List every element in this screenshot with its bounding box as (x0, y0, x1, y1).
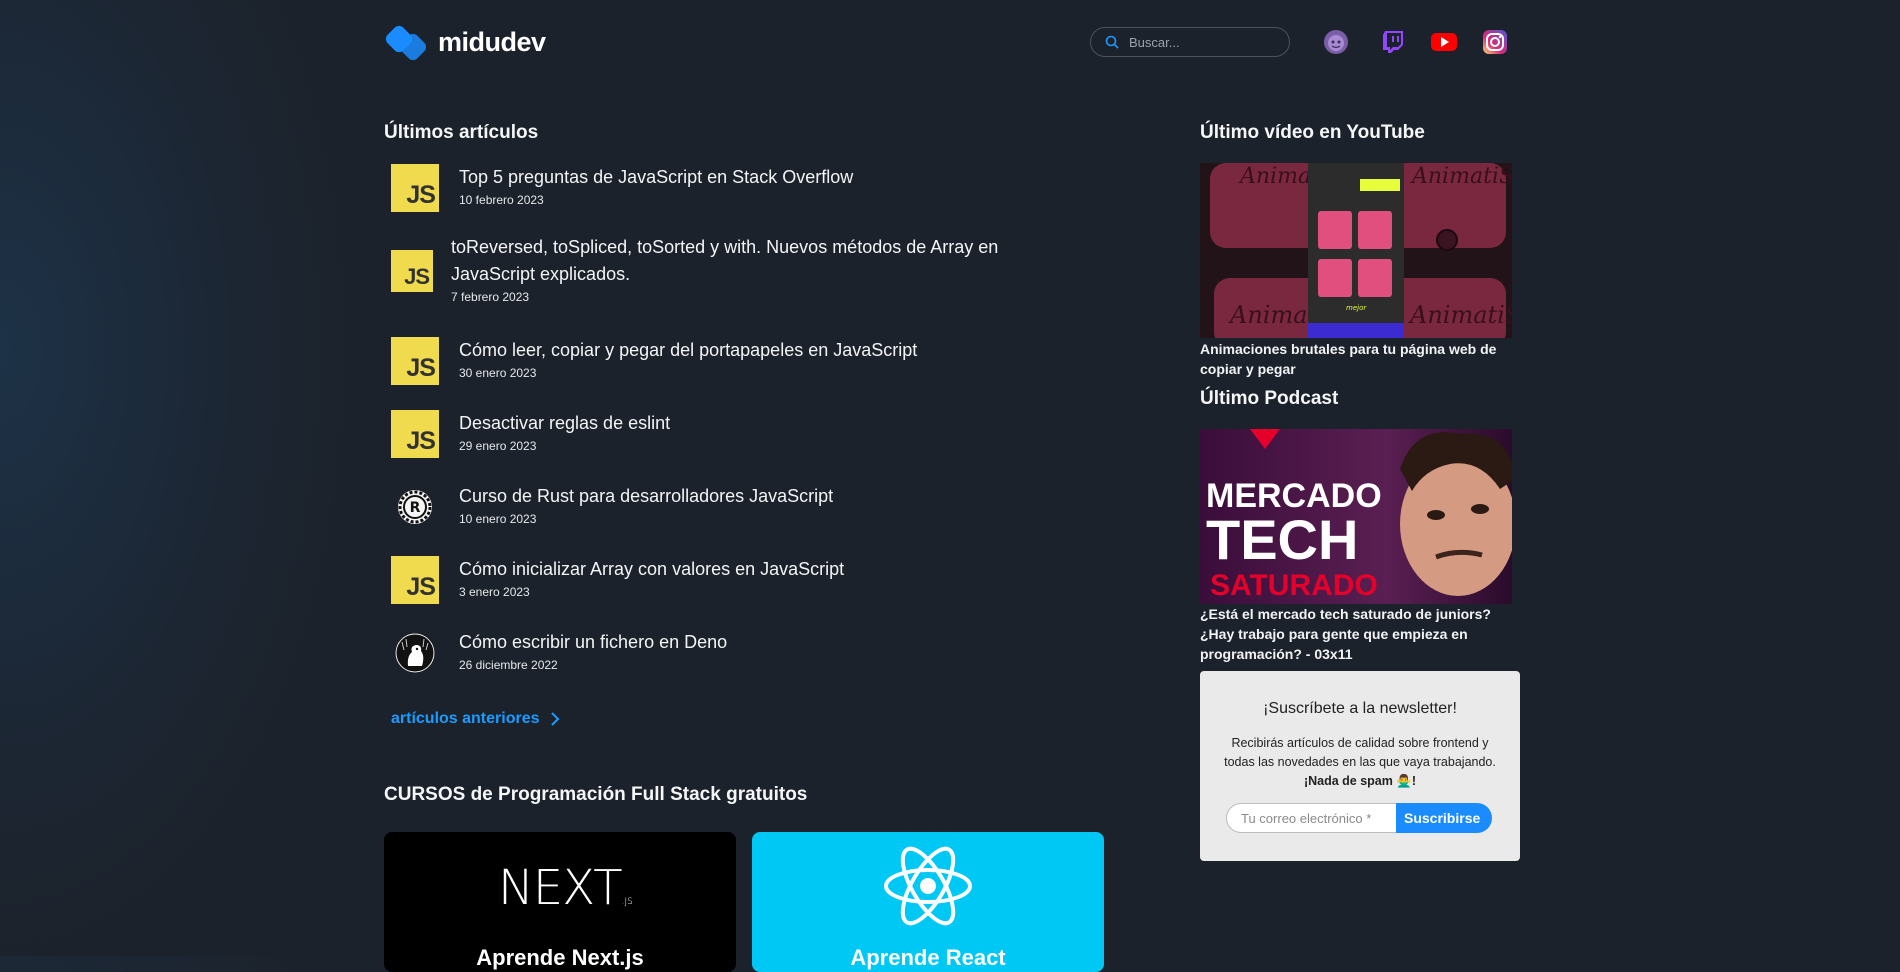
article-title[interactable]: toReversed, toSpliced, toSorted y with. … (451, 234, 1031, 288)
avatar-icon (1324, 30, 1348, 54)
article-title[interactable]: Curso de Rust para desarrolladores JavaS… (459, 483, 833, 510)
list-item[interactable]: JS Desactivar reglas de eslint 29 enero 2… (391, 410, 670, 458)
midudev-logo-icon (383, 23, 430, 63)
youtube-icon (1431, 33, 1457, 51)
course-card-label: Aprende Next.js (476, 945, 644, 970)
article-date: 10 febrero 2023 (459, 193, 544, 207)
newsletter-box: ¡Suscríbete a la newsletter! Recibirás a… (1200, 671, 1520, 861)
courses-heading: CURSOS de Programación Full Stack gratui… (384, 784, 808, 805)
list-item[interactable]: JS Cómo leer, copiar y pegar del portapa… (391, 337, 917, 385)
newsletter-no-spam: ¡Nada de spam 🙅‍♂️! (1303, 774, 1417, 788)
instagram-icon (1483, 30, 1507, 54)
deno-icon (395, 633, 435, 673)
js-icon: JS (391, 410, 439, 458)
react-logo-icon (884, 846, 972, 926)
list-item[interactable]: Cómo escribir un fichero en Deno 26 dicie… (391, 629, 727, 677)
article-date: 30 enero 2023 (459, 366, 537, 380)
subscribe-button[interactable]: Suscribirse (1396, 803, 1493, 833)
podcast-heading: Último Podcast (1200, 388, 1339, 409)
nextjs-logo-text: NEXT (498, 860, 623, 916)
rust-icon: R (398, 490, 432, 524)
article-date: 3 enero 2023 (459, 585, 530, 599)
article-title[interactable]: Desactivar reglas de eslint (459, 410, 670, 437)
youtube-video-thumbnail[interactable]: AnimatiSS AnimatiSS AnimatiSS AnimatiSS … (1200, 163, 1512, 338)
course-card-label: Aprende React (850, 945, 1006, 970)
newsletter-form: Suscribirse (1226, 803, 1493, 833)
chevron-right-icon (550, 712, 559, 726)
podcast-thumb-line2: TECH (1206, 508, 1358, 571)
articles-heading: Últimos artículos (384, 122, 539, 143)
js-icon: JS (391, 556, 439, 604)
youtube-caption[interactable]: Animaciones brutales para tu página web … (1200, 339, 1520, 379)
article-date: 7 febrero 2023 (451, 290, 530, 304)
svg-text:R: R (410, 500, 421, 516)
nextjs-logo-icon: NEXT.JS (498, 860, 633, 916)
thumb-text: AnimatiSS (1408, 301, 1512, 329)
newsletter-text: Recibirás artículos de calidad sobre fro… (1220, 734, 1500, 791)
instagram-link[interactable] (1481, 28, 1509, 56)
article-title[interactable]: Cómo escribir un fichero en Deno (459, 629, 727, 656)
js-icon: JS (391, 250, 433, 292)
podcast-caption[interactable]: ¿Está el mercado tech saturado de junior… (1200, 604, 1520, 664)
brand-name: midudev (438, 26, 546, 57)
nextjs-logo-sub: .JS (621, 897, 633, 907)
course-card-nextjs[interactable]: NEXT.JS Aprende Next.js (384, 832, 736, 972)
twitch-link[interactable] (1379, 28, 1407, 56)
youtube-heading: Último vídeo en YouTube (1200, 122, 1425, 143)
search-icon (1105, 35, 1119, 49)
newsletter-description: Recibirás artículos de calidad sobre fro… (1224, 736, 1496, 769)
newsletter-title: ¡Suscríbete a la newsletter! (1263, 700, 1457, 717)
avatar-link[interactable] (1322, 28, 1350, 56)
list-item[interactable]: JS toReversed, toSpliced, toSorted y wit… (391, 234, 1031, 304)
course-card-react[interactable]: Aprende React (752, 832, 1104, 972)
article-date: 29 enero 2023 (459, 439, 537, 453)
older-articles-label: artículos anteriores (391, 710, 540, 727)
js-icon: JS (391, 337, 439, 385)
thumb-text: mejor (1346, 304, 1367, 312)
search-box[interactable] (1090, 27, 1290, 57)
podcast-thumb-line3: SATURADO (1210, 569, 1378, 602)
list-item[interactable]: JS Cómo inicializar Array con valores en… (391, 556, 844, 604)
video-thumbnail-image: AnimatiSS AnimatiSS AnimatiSS AnimatiSS … (1200, 163, 1512, 338)
js-icon: JS (391, 164, 439, 212)
article-title[interactable]: Cómo inicializar Array con valores en Ja… (459, 556, 844, 583)
podcast-thumbnail[interactable]: MERCADO TECH SATURADO (1200, 429, 1512, 604)
list-item[interactable]: JS Top 5 preguntas de JavaScript en Stac… (391, 164, 853, 212)
list-item[interactable]: R Curso de Rust para desarrolladores Jav… (391, 483, 833, 531)
article-date: 26 diciembre 2022 (459, 658, 558, 672)
older-articles-link[interactable]: artículos anteriores (391, 710, 560, 728)
youtube-link[interactable] (1430, 28, 1458, 56)
article-date: 10 enero 2023 (459, 512, 537, 526)
brand-logo[interactable]: midudev (383, 23, 546, 63)
search-input[interactable] (1127, 33, 1281, 51)
twitch-icon (1383, 31, 1403, 53)
podcast-thumbnail-image: MERCADO TECH SATURADO (1200, 429, 1512, 604)
article-title[interactable]: Top 5 preguntas de JavaScript en Stack O… (459, 164, 853, 191)
article-title[interactable]: Cómo leer, copiar y pegar del portapapel… (459, 337, 917, 364)
thumb-text: AnimatiSS (1410, 164, 1512, 189)
email-field[interactable] (1226, 803, 1396, 833)
